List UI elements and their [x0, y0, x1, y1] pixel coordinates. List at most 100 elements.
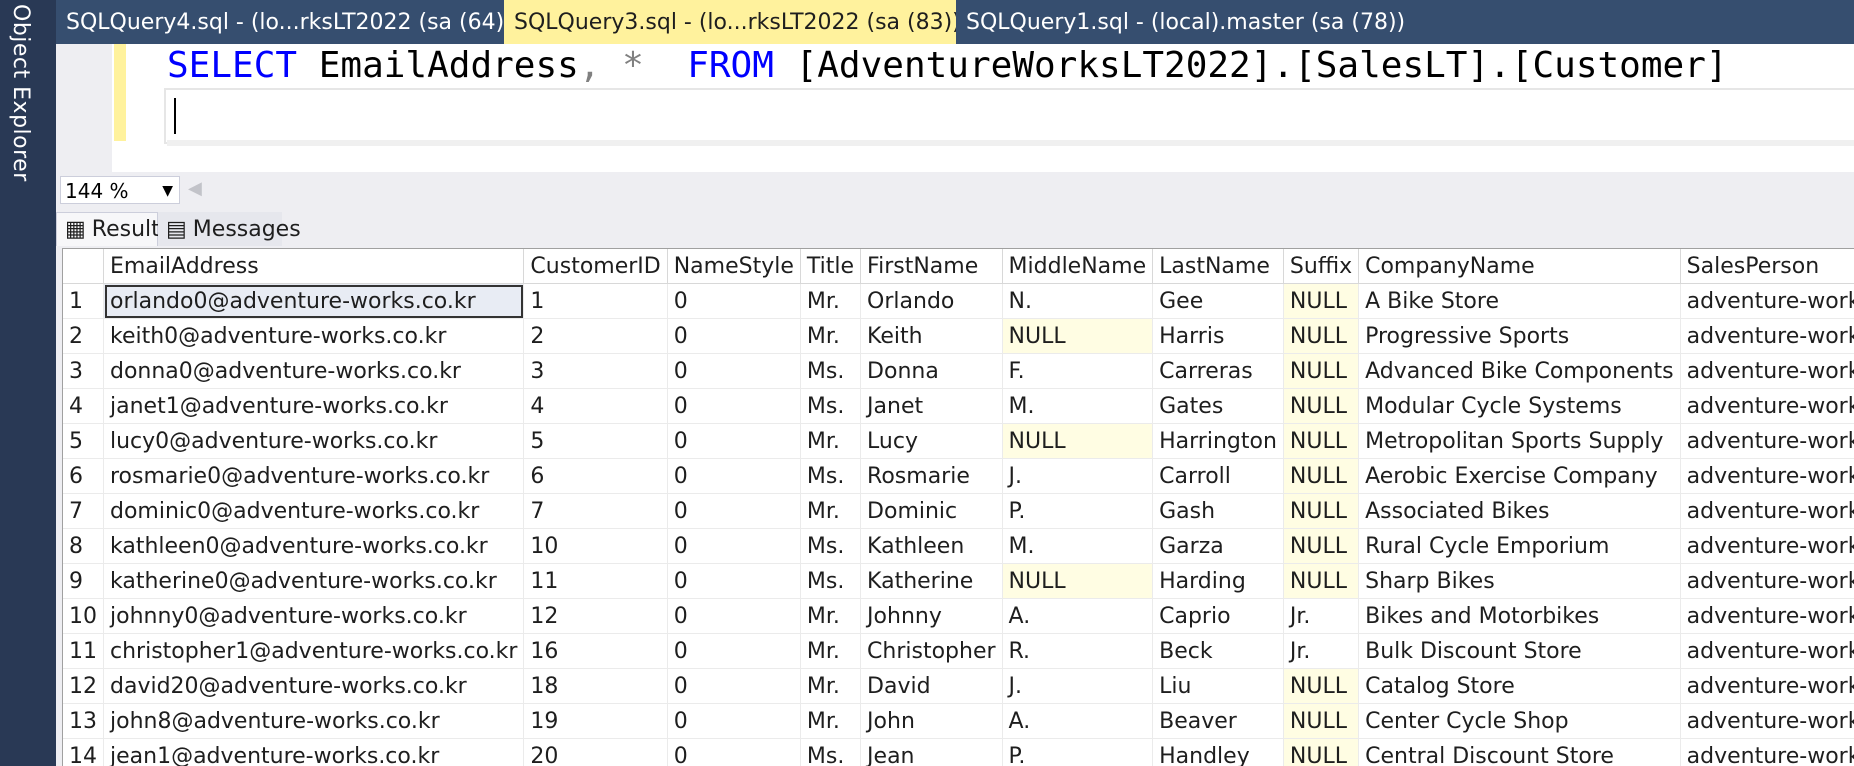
table-row[interactable]: 4 janet1@adventure-works.co.kr 4 0 Ms. Janet M… [63, 388, 1854, 424]
grid-cell[interactable]: 7 [523, 493, 668, 529]
grid-cell[interactable]: 0 [667, 458, 801, 494]
grid-cell[interactable]: Keith [860, 318, 1003, 354]
grid-cell[interactable]: adventure-work [1680, 528, 1854, 564]
grid-cell[interactable]: A. [1002, 703, 1154, 739]
grid-cell[interactable]: Orlando [860, 283, 1003, 319]
grid-cell[interactable]: NULL [1283, 318, 1360, 354]
grid-cell[interactable]: 3 [523, 353, 668, 389]
column-header[interactable]: FirstName [860, 249, 1003, 284]
query-editor[interactable]: SELECT EmailAddress, * FROM [AdventureWo… [56, 44, 1854, 172]
column-header[interactable]: Title [800, 249, 862, 284]
table-row[interactable]: 3 donna0@adventure-works.co.kr 3 0 Ms. Donna F… [63, 353, 1854, 389]
table-row[interactable]: 1 orlando0@adventure-works.co.kr 1 0 Mr. Orla… [63, 283, 1854, 319]
tab-sqlquery1[interactable]: SQLQuery1.sql - (local).master (sa (78)) [956, 0, 1416, 44]
grid-cell[interactable]: christopher1@adventure-works.co.kr [103, 633, 525, 669]
grid-cell[interactable]: M. [1002, 528, 1154, 564]
row-number[interactable]: 7 [63, 493, 104, 529]
grid-cell[interactable]: J. [1002, 458, 1154, 494]
grid-cell[interactable]: R. [1002, 633, 1154, 669]
column-header[interactable]: CustomerID [523, 249, 668, 284]
grid-cell[interactable]: NULL [1283, 353, 1360, 389]
grid-cell[interactable]: Carroll [1152, 458, 1284, 494]
scroll-left-icon[interactable]: ◀ [188, 178, 202, 199]
grid-cell[interactable]: kathleen0@adventure-works.co.kr [103, 528, 525, 564]
row-number[interactable]: 6 [63, 458, 104, 494]
grid-cell[interactable]: Lucy [860, 423, 1003, 459]
grid-cell[interactable]: Gates [1152, 388, 1284, 424]
grid-cell[interactable]: Donna [860, 353, 1003, 389]
grid-cell[interactable]: Beaver [1152, 703, 1284, 739]
grid-cell[interactable]: Metropolitan Sports Supply [1358, 423, 1681, 459]
grid-cell[interactable]: adventure-work [1680, 458, 1854, 494]
grid-cell[interactable]: Advanced Bike Components [1358, 353, 1681, 389]
grid-cell[interactable]: 0 [667, 493, 801, 529]
grid-cell[interactable]: Kathleen [860, 528, 1003, 564]
grid-cell[interactable]: NULL [1283, 528, 1360, 564]
grid-cell[interactable]: adventure-work [1680, 388, 1854, 424]
grid-cell[interactable]: NULL [1283, 458, 1360, 494]
table-row[interactable]: 14 jean1@adventure-works.co.kr 20 0 Ms. Jean P… [63, 738, 1854, 766]
grid-cell[interactable]: 2 [523, 318, 668, 354]
grid-cell[interactable]: Bulk Discount Store [1358, 633, 1681, 669]
grid-cell[interactable]: keith0@adventure-works.co.kr [103, 318, 525, 354]
grid-cell[interactable]: 11 [523, 563, 668, 599]
grid-cell[interactable]: Harris [1152, 318, 1284, 354]
grid-cell[interactable]: Johnny [860, 598, 1003, 634]
grid-cell[interactable]: 0 [667, 668, 801, 704]
grid-cell[interactable]: adventure-work [1680, 493, 1854, 529]
table-row[interactable]: 6 rosmarie0@adventure-works.co.kr 6 0 Ms. Ros… [63, 458, 1854, 494]
column-header[interactable]: LastName [1152, 249, 1284, 284]
table-row[interactable]: 10 johnny0@adventure-works.co.kr 12 0 Mr. Joh… [63, 598, 1854, 634]
column-header[interactable]: NameStyle [667, 249, 801, 284]
column-header[interactable]: EmailAddress [103, 249, 525, 284]
grid-cell[interactable]: Janet [860, 388, 1003, 424]
grid-cell[interactable]: 20 [523, 738, 668, 766]
grid-cell[interactable]: Aerobic Exercise Company [1358, 458, 1681, 494]
grid-cell[interactable]: Ms. [800, 528, 862, 564]
table-row[interactable]: 12 david20@adventure-works.co.kr 18 0 Mr. Dav… [63, 668, 1854, 704]
zoom-select[interactable]: 144 % ▼ [60, 176, 180, 204]
grid-cell[interactable]: adventure-work [1680, 283, 1854, 319]
grid-cell[interactable]: dominic0@adventure-works.co.kr [103, 493, 525, 529]
grid-cell[interactable]: Christopher [860, 633, 1003, 669]
grid-cell[interactable]: Rural Cycle Emporium [1358, 528, 1681, 564]
grid-cell[interactable]: Ms. [800, 458, 862, 494]
grid-cell[interactable]: Mr. [800, 283, 862, 319]
grid-cell[interactable]: Jr. [1283, 598, 1360, 634]
grid-cell[interactable]: NULL [1002, 563, 1154, 599]
table-row[interactable]: 13 john8@adventure-works.co.kr 19 0 Mr. John A… [63, 703, 1854, 739]
grid-cell[interactable]: NULL [1283, 703, 1360, 739]
row-number[interactable]: 5 [63, 423, 104, 459]
grid-cell[interactable]: 19 [523, 703, 668, 739]
grid-cell[interactable]: 0 [667, 283, 801, 319]
grid-cell[interactable]: Bikes and Motorbikes [1358, 598, 1681, 634]
grid-cell[interactable]: adventure-work [1680, 738, 1854, 766]
grid-cell[interactable]: Ms. [800, 563, 862, 599]
grid-cell[interactable]: NULL [1283, 493, 1360, 529]
row-number[interactable]: 8 [63, 528, 104, 564]
grid-cell[interactable]: 5 [523, 423, 668, 459]
grid-cell[interactable]: Central Discount Store [1358, 738, 1681, 766]
grid-cell[interactable]: 10 [523, 528, 668, 564]
grid-cell[interactable]: 0 [667, 528, 801, 564]
grid-cell[interactable]: Harding [1152, 563, 1284, 599]
row-number[interactable]: 9 [63, 563, 104, 599]
column-header[interactable]: SalesPerson [1680, 249, 1854, 284]
grid-cell[interactable]: 0 [667, 353, 801, 389]
object-explorer-label[interactable]: Object Explorer [8, 4, 33, 182]
grid-cell[interactable]: Caprio [1152, 598, 1284, 634]
grid-cell[interactable]: john8@adventure-works.co.kr [103, 703, 525, 739]
grid-cell[interactable]: NULL [1283, 423, 1360, 459]
grid-cell[interactable]: orlando0@adventure-works.co.kr [103, 283, 525, 319]
grid-cell[interactable]: rosmarie0@adventure-works.co.kr [103, 458, 525, 494]
grid-cell[interactable]: Mr. [800, 493, 862, 529]
grid-cell[interactable]: adventure-work [1680, 353, 1854, 389]
tab-sqlquery4[interactable]: SQLQuery4.sql - (lo...rksLT2022 (sa (64)… [56, 0, 504, 44]
grid-cell[interactable]: Progressive Sports [1358, 318, 1681, 354]
chevron-down-icon[interactable]: ▼ [162, 177, 173, 205]
grid-cell[interactable]: donna0@adventure-works.co.kr [103, 353, 525, 389]
grid-cell[interactable]: NULL [1283, 563, 1360, 599]
column-header[interactable]: MiddleName [1002, 249, 1154, 284]
row-number[interactable]: 2 [63, 318, 104, 354]
code-line-1[interactable]: SELECT EmailAddress, * FROM [AdventureWo… [167, 44, 1854, 88]
